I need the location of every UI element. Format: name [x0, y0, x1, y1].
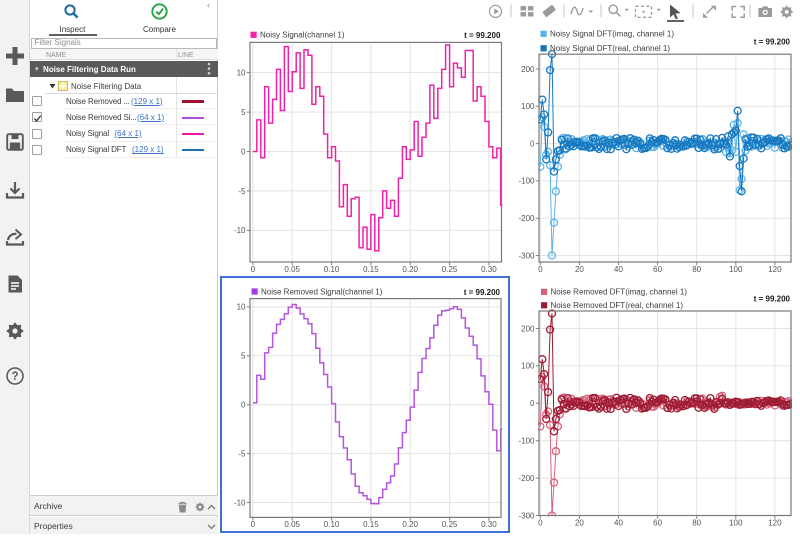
svg-text:?: ? — [11, 371, 18, 383]
svg-text:80: 80 — [692, 265, 701, 274]
svg-text:0: 0 — [251, 520, 256, 529]
svg-text:0.25: 0.25 — [442, 265, 458, 274]
svg-text:-5: -5 — [238, 187, 246, 196]
svg-text:80: 80 — [692, 518, 701, 527]
svg-text:0: 0 — [241, 401, 246, 410]
svg-text:20: 20 — [575, 265, 584, 274]
svg-text:0.15: 0.15 — [363, 265, 379, 274]
svg-text:-300: -300 — [518, 251, 535, 260]
svg-text:0.30: 0.30 — [481, 520, 497, 529]
svg-text:0.10: 0.10 — [324, 265, 340, 274]
svg-text:-10: -10 — [234, 226, 246, 235]
svg-text:0.30: 0.30 — [481, 265, 497, 274]
svg-text:120: 120 — [768, 265, 782, 274]
svg-text:0.15: 0.15 — [363, 520, 379, 529]
svg-text:-200: -200 — [518, 214, 535, 223]
svg-text:Noise Removed Signal(channel 1: Noise Removed Signal(channel 1) — [261, 287, 383, 296]
svg-text:t = 99.200: t = 99.200 — [754, 295, 791, 304]
svg-text:0: 0 — [530, 399, 535, 408]
svg-text:10: 10 — [237, 303, 246, 312]
svg-text:0: 0 — [241, 147, 246, 156]
svg-text:100: 100 — [521, 102, 535, 111]
svg-text:-200: -200 — [518, 474, 535, 483]
svg-text:60: 60 — [653, 518, 662, 527]
svg-text:-10: -10 — [234, 498, 246, 507]
svg-text:5: 5 — [241, 108, 246, 117]
svg-text:20: 20 — [575, 518, 584, 527]
svg-text:0.25: 0.25 — [442, 520, 458, 529]
svg-text:0.20: 0.20 — [402, 520, 418, 529]
svg-text:10: 10 — [237, 68, 246, 77]
svg-text:0: 0 — [530, 139, 535, 148]
svg-text:200: 200 — [521, 324, 535, 333]
svg-text:40: 40 — [614, 265, 623, 274]
svg-text:60: 60 — [653, 265, 662, 274]
svg-text:t = 99.200: t = 99.200 — [464, 288, 501, 297]
svg-text:0.10: 0.10 — [324, 520, 340, 529]
svg-text:0: 0 — [251, 265, 256, 274]
svg-text:-300: -300 — [518, 511, 535, 520]
svg-text:40: 40 — [614, 518, 623, 527]
svg-text:0.05: 0.05 — [284, 265, 300, 274]
svg-text:0.20: 0.20 — [402, 265, 418, 274]
svg-text:0: 0 — [538, 265, 543, 274]
svg-text:Noisy Signal DFT(real, channel: Noisy Signal DFT(real, channel 1) — [550, 44, 670, 53]
svg-text:Noisy Signal(channel 1): Noisy Signal(channel 1) — [260, 31, 345, 40]
svg-text:-5: -5 — [238, 449, 246, 458]
svg-text:-100: -100 — [518, 437, 535, 446]
svg-text:200: 200 — [521, 65, 535, 74]
svg-text:100: 100 — [729, 265, 743, 274]
svg-text:t = 99.200: t = 99.200 — [464, 31, 501, 40]
svg-text:t = 99.200: t = 99.200 — [754, 38, 791, 47]
svg-text:Noise Removed DFT(imag, channe: Noise Removed DFT(imag, channel 1) — [551, 288, 688, 297]
svg-text:0: 0 — [538, 518, 543, 527]
svg-text:120: 120 — [768, 518, 782, 527]
svg-text:0.05: 0.05 — [284, 520, 300, 529]
svg-text:5: 5 — [241, 352, 246, 361]
svg-text:Noisy Signal DFT(imag, channel: Noisy Signal DFT(imag, channel 1) — [550, 29, 674, 38]
svg-text:-100: -100 — [518, 177, 535, 186]
svg-text:Noise Removed DFT(real, channe: Noise Removed DFT(real, channel 1) — [551, 301, 684, 310]
svg-text:100: 100 — [521, 362, 535, 371]
svg-text:100: 100 — [729, 518, 743, 527]
